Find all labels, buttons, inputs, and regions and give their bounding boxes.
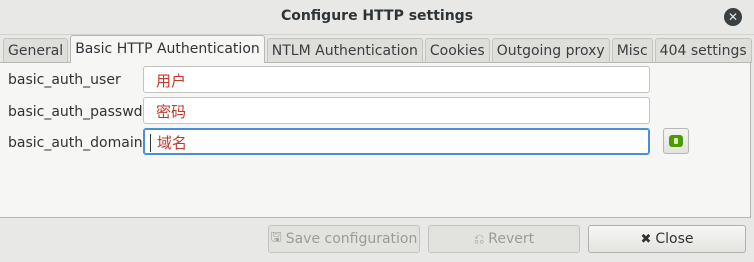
tab-misc[interactable]: Misc xyxy=(611,38,653,63)
basic-auth-passwd-label: basic_auth_passwd xyxy=(8,104,143,120)
close-label: Close xyxy=(655,231,694,247)
window-close-icon[interactable]: ✕ xyxy=(724,8,742,26)
revert-label: Revert xyxy=(488,231,535,247)
apply-icon xyxy=(669,135,683,147)
basic-auth-user-field[interactable]: 用户 xyxy=(143,66,650,93)
save-configuration-label: Save configuration xyxy=(285,231,418,247)
tab-panel-basic-auth: basic_auth_user 用户 basic_auth_passwd 密码 … xyxy=(0,62,751,218)
window-title: Configure HTTP settings xyxy=(280,8,474,24)
tab-cookies[interactable]: Cookies xyxy=(424,38,490,63)
apply-domain-button[interactable] xyxy=(663,128,689,154)
tab-general[interactable]: General xyxy=(3,38,69,63)
text-caret xyxy=(150,134,151,152)
basic-auth-domain-label: basic_auth_domain xyxy=(8,135,143,151)
tab-basic-http-authentication[interactable]: Basic HTTP Authentication xyxy=(70,35,265,63)
close-x-icon: ✖ xyxy=(640,231,652,247)
basic-auth-user-label: basic_auth_user xyxy=(8,72,121,88)
revert-button[interactable]: ⎌ Revert xyxy=(428,225,580,253)
basic-auth-domain-field[interactable]: 域名 xyxy=(143,128,650,155)
save-configuration-button[interactable]: 🖫 Save configuration xyxy=(268,225,420,253)
tab-404-settings[interactable]: 404 settings xyxy=(654,38,752,63)
save-icon: 🖫 xyxy=(270,230,282,245)
titlebar: Configure HTTP settings ✕ xyxy=(0,0,754,35)
basic-auth-domain-value: 域名 xyxy=(157,134,188,152)
basic-auth-passwd-field[interactable]: 密码 xyxy=(143,97,650,124)
close-button[interactable]: ✖ Close xyxy=(588,225,746,253)
tab-bar: General Basic HTTP Authentication NTLM A… xyxy=(3,35,754,63)
tab-ntlm-authentication[interactable]: NTLM Authentication xyxy=(266,38,423,63)
tab-outgoing-proxy[interactable]: Outgoing proxy xyxy=(491,38,610,63)
revert-icon: ⎌ xyxy=(473,231,485,247)
